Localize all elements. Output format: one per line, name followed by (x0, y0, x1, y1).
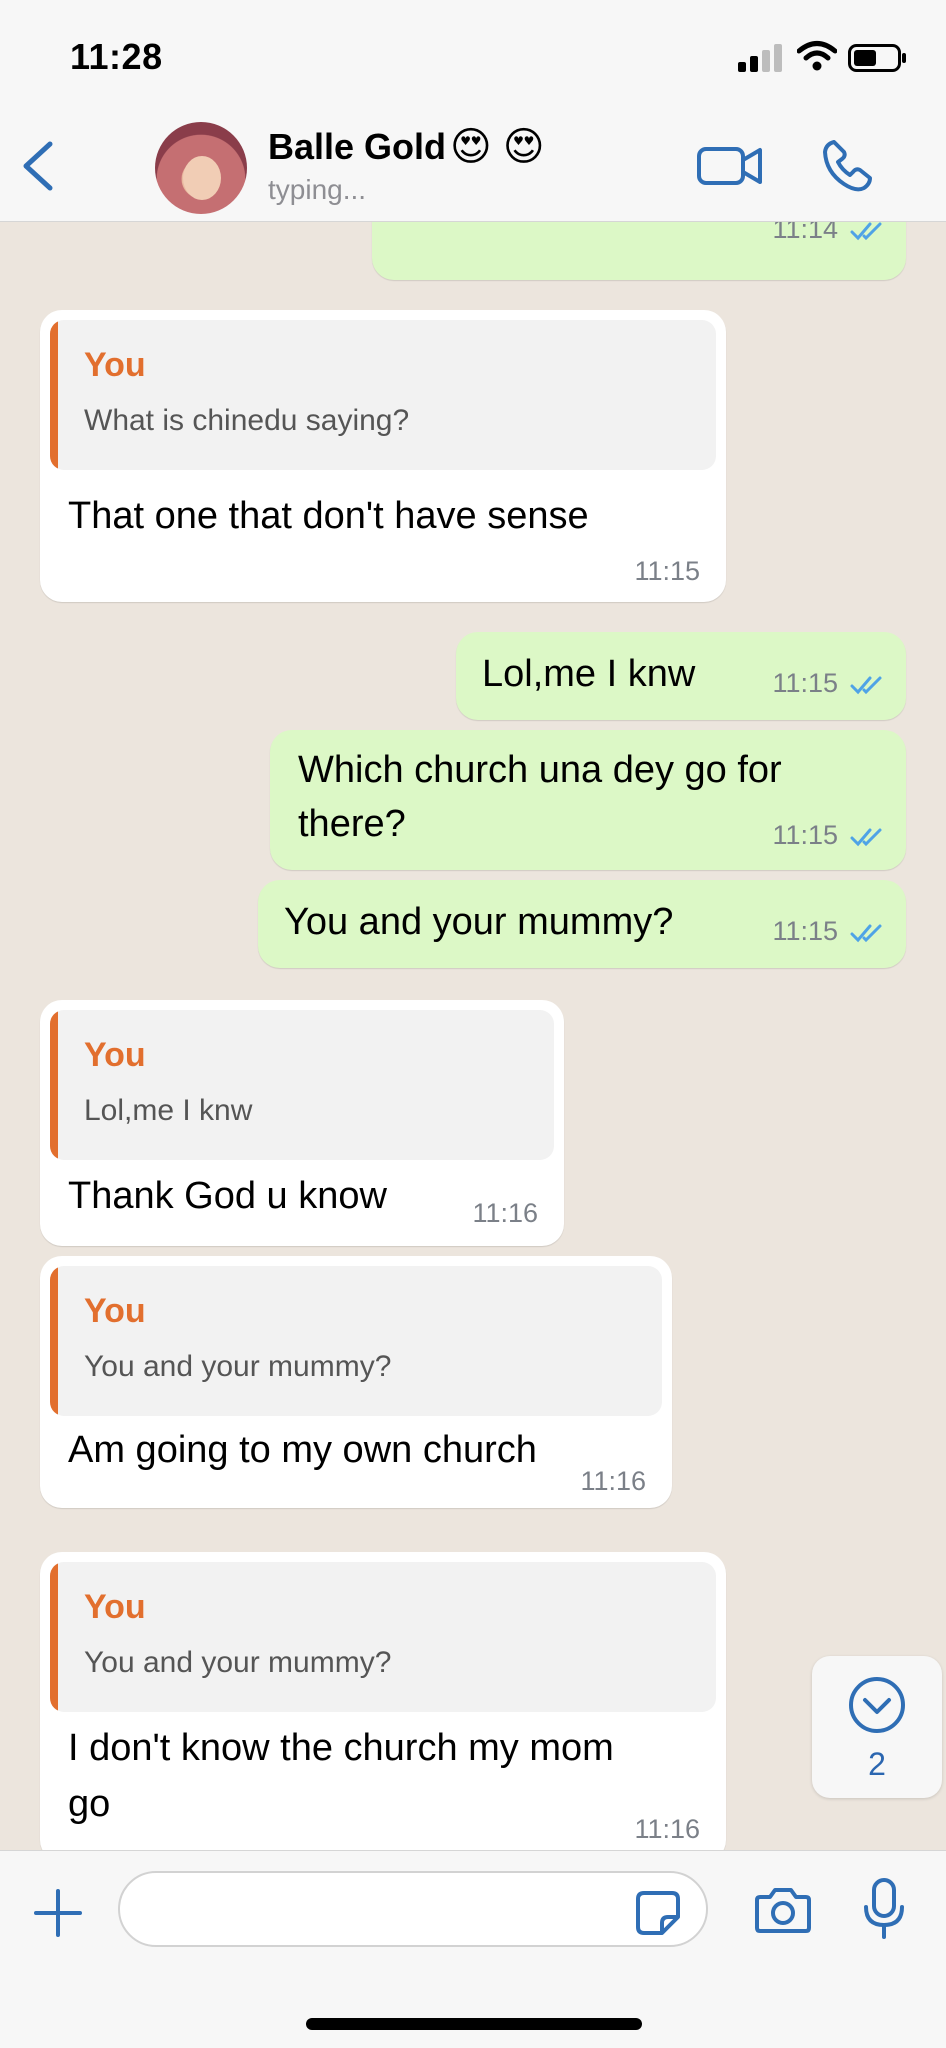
contact-name-text: Balle Gold (268, 126, 447, 167)
chevron-down-icon (849, 1677, 905, 1733)
signal-icon (738, 44, 782, 72)
message-outgoing[interactable]: You and your mummy? 11:15 (258, 880, 906, 968)
message-incoming[interactable]: You You and your mummy? I don't know the… (40, 1552, 726, 1850)
quoted-message[interactable]: You You and your mummy? (50, 1266, 662, 1416)
phone-icon[interactable] (820, 138, 876, 194)
quote-text: What is chinedu saying? (84, 404, 410, 437)
quote-author: You (84, 1036, 146, 1074)
message-time: 11:15 (772, 916, 838, 946)
status-time: 11:28 (70, 36, 163, 77)
quoted-message[interactable]: You You and your mummy? (50, 1562, 716, 1712)
quote-accent-bar (50, 320, 58, 470)
read-ticks-icon (850, 828, 882, 847)
message-time: 11:16 (634, 1814, 700, 1844)
scroll-to-bottom-button[interactable]: 2 (812, 1656, 942, 1798)
message-time: 11:16 (580, 1466, 646, 1496)
unread-count: 2 (868, 1746, 886, 1782)
quote-author: You (84, 1588, 146, 1626)
quote-author: You (84, 346, 146, 384)
quoted-message[interactable]: You Lol,me I knw (50, 1010, 554, 1160)
message-time: 11:16 (472, 1198, 538, 1228)
quote-author: You (84, 1292, 146, 1330)
message-outgoing[interactable]: 11:14 (372, 222, 906, 280)
wifi-icon (797, 41, 837, 71)
message-time: 11:15 (772, 668, 838, 698)
message-outgoing[interactable]: Lol,me I knw 11:15 (456, 632, 906, 720)
message-time: 11:14 (772, 222, 838, 244)
message-incoming[interactable]: You You and your mummy? Am going to my o… (40, 1256, 672, 1508)
message-time: 11:15 (634, 556, 700, 586)
contact-avatar[interactable] (155, 122, 247, 214)
chat-area[interactable]: 11:14 You What is chinedu saying? That o… (0, 222, 946, 1850)
message-text: Am going to my own church (68, 1429, 537, 1471)
quote-text: Lol,me I knw (84, 1094, 253, 1127)
message-text: That one that don't have sense (68, 495, 589, 537)
message-time: 11:15 (772, 820, 838, 850)
message-text-line2: there? (298, 803, 406, 845)
camera-icon[interactable] (754, 1885, 812, 1935)
battery-icon (848, 44, 906, 72)
message-incoming[interactable]: You What is chinedu saying? That one tha… (40, 310, 726, 602)
home-indicator[interactable] (306, 2018, 642, 2030)
heart-eyes-emoji: 😍 😍 (450, 125, 545, 169)
plus-icon[interactable] (30, 1885, 86, 1941)
quote-accent-bar (50, 1010, 58, 1160)
contact-name[interactable]: Balle Gold 😍 😍 (268, 126, 545, 168)
back-chevron-icon[interactable] (16, 140, 60, 192)
quoted-message[interactable]: You What is chinedu saying? (50, 320, 716, 470)
read-ticks-icon (850, 924, 882, 943)
read-ticks-icon (850, 676, 882, 695)
video-call-icon[interactable] (696, 144, 764, 188)
contact-status: typing... (268, 174, 367, 205)
message-outgoing[interactable]: Which church una dey go for there? 11:15 (270, 730, 906, 870)
sticker-icon[interactable] (634, 1889, 682, 1937)
message-input[interactable] (118, 1871, 708, 1947)
message-text: Lol,me I knw (482, 653, 696, 695)
read-ticks-icon (850, 222, 882, 241)
quote-text: You and your mummy? (84, 1350, 392, 1383)
mic-icon[interactable] (862, 1877, 906, 1941)
message-text-line1: I don't know the church my mom (68, 1727, 614, 1769)
chat-header: Balle Gold 😍 😍 typing... (0, 110, 946, 222)
quote-accent-bar (50, 1562, 58, 1712)
message-text-line2: go (68, 1783, 111, 1825)
status-bar: 11:28 (0, 0, 946, 110)
message-text: Thank God u know (68, 1175, 387, 1217)
message-text-line1: Which church una dey go for (298, 749, 782, 791)
quote-text: You and your mummy? (84, 1646, 392, 1679)
message-incoming[interactable]: You Lol,me I knw Thank God u know 11:16 (40, 1000, 564, 1246)
message-text: You and your mummy? (284, 901, 674, 943)
quote-accent-bar (50, 1266, 58, 1416)
